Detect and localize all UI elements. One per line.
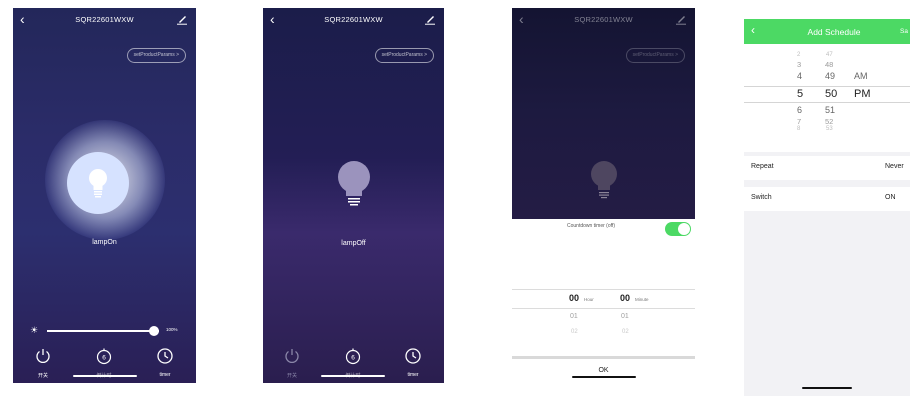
- minute-option[interactable]: 02: [622, 329, 629, 335]
- hour-value[interactable]: 00: [569, 293, 579, 303]
- tab-label: timer: [159, 372, 171, 378]
- selected-minute[interactable]: 50: [825, 88, 837, 100]
- nav-bar: ‹ SQR22601WXW: [13, 8, 196, 34]
- edit-icon[interactable]: [176, 13, 188, 25]
- hour-option[interactable]: 3: [797, 60, 801, 69]
- repeat-value: Never: [885, 163, 904, 170]
- toggle-knob: [678, 223, 690, 235]
- bulb-icon: [89, 169, 107, 198]
- device-title: SQR22601WXW: [574, 15, 633, 24]
- hour-option[interactable]: 02: [571, 329, 578, 335]
- repeat-label: Repeat: [751, 163, 774, 170]
- tab-label: timer: [407, 372, 419, 378]
- home-indicator: [73, 374, 137, 377]
- ok-button[interactable]: OK: [512, 367, 695, 374]
- device-title: SQR22601WXW: [324, 15, 383, 24]
- tab-timer[interactable]: timer: [393, 347, 433, 378]
- switch-value: ON: [885, 194, 896, 201]
- selected-hour[interactable]: 5: [797, 88, 803, 100]
- selected-ampm[interactable]: PM: [854, 88, 871, 100]
- edit-icon[interactable]: [424, 13, 436, 25]
- hour-option[interactable]: 8: [797, 126, 800, 132]
- set-product-params-button[interactable]: setProductParams >: [126, 48, 186, 63]
- minute-option[interactable]: 47: [826, 52, 833, 58]
- clock-icon: [405, 348, 421, 364]
- minute-value[interactable]: 00: [620, 293, 630, 303]
- countdown-icon: 6: [96, 348, 112, 365]
- countdown-toggle-label: Countdown timer (off): [567, 223, 615, 229]
- set-product-params-button[interactable]: setProductParams >: [374, 48, 434, 63]
- picker-divider: [744, 102, 910, 103]
- nav-bar: ‹ SQR22601WXW: [512, 8, 695, 34]
- minute-option[interactable]: 53: [826, 126, 833, 132]
- lamp-status: lampOff: [341, 240, 366, 247]
- hour-option[interactable]: 2: [797, 52, 800, 58]
- screen-add-schedule: ‹ Add Schedule Sa 2 47 3 48 4 49 AM 5 50…: [744, 19, 910, 396]
- minute-unit: Minute: [635, 297, 649, 302]
- tab-bar: 开关 6 倒计时 timer: [263, 345, 444, 383]
- slider-knob[interactable]: [149, 326, 159, 336]
- screen-lamp-on: ‹ SQR22601WXW setProductParams > lampOn …: [13, 8, 196, 383]
- home-indicator: [572, 375, 636, 378]
- svg-text:6: 6: [102, 355, 106, 362]
- picker-divider: [512, 289, 695, 290]
- tab-label: 开关: [286, 373, 297, 379]
- hour-option[interactable]: 4: [797, 71, 802, 81]
- minute-option[interactable]: 48: [825, 60, 833, 69]
- dimmed-background: ‹ SQR22601WXW setProductParams >: [512, 8, 695, 219]
- lamp-status: lampOn: [92, 239, 117, 246]
- tab-switch[interactable]: 开关: [272, 347, 312, 379]
- brightness-icon: ☀: [30, 325, 39, 335]
- tab-bar: 开关 6 倒计时 timer: [13, 345, 196, 383]
- brightness-slider[interactable]: ☀ 100%: [30, 325, 185, 337]
- bulb-icon: [591, 161, 617, 199]
- countdown-toggle[interactable]: [665, 222, 691, 236]
- brightness-value: 100%: [166, 327, 178, 332]
- hour-option[interactable]: 6: [797, 105, 802, 115]
- picker-divider: [744, 86, 910, 87]
- edit-icon[interactable]: [675, 13, 687, 25]
- set-product-params-button[interactable]: setProductParams >: [625, 48, 685, 63]
- save-button[interactable]: Sa: [900, 28, 908, 35]
- minute-option[interactable]: 52: [825, 117, 833, 126]
- repeat-row[interactable]: Repeat Never: [744, 156, 910, 180]
- tab-label: 开关: [37, 373, 48, 379]
- hour-option[interactable]: 7: [797, 117, 801, 126]
- page-title: Add Schedule: [807, 27, 861, 37]
- countdown-toggle-row: Countdown timer (off): [512, 219, 695, 239]
- power-icon: [285, 349, 299, 363]
- minute-option[interactable]: 49: [825, 71, 835, 81]
- home-indicator: [802, 386, 852, 389]
- device-title: SQR22601WXW: [75, 15, 134, 24]
- switch-label: Switch: [751, 194, 772, 201]
- slider-track[interactable]: [47, 330, 159, 332]
- countdown-icon: 6: [345, 348, 361, 365]
- home-indicator: [321, 374, 385, 377]
- picker-divider: [512, 308, 695, 309]
- power-icon: [36, 349, 50, 363]
- header-bar: ‹ Add Schedule Sa: [744, 19, 910, 44]
- switch-row[interactable]: Switch ON: [744, 187, 910, 211]
- hour-option[interactable]: 01: [570, 313, 578, 320]
- ok-bar: OK: [512, 356, 695, 383]
- minute-option[interactable]: 01: [621, 313, 629, 320]
- tab-switch[interactable]: 开关: [23, 347, 63, 379]
- time-picker[interactable]: 2 47 3 48 4 49 AM 5 50 PM 6 51 7 52 8 53: [744, 44, 910, 152]
- svg-text:6: 6: [351, 355, 355, 362]
- screen-lamp-off: ‹ SQR22601WXW setProductParams > lampOff…: [263, 8, 444, 383]
- screen-countdown: ‹ SQR22601WXW setProductParams > Countdo…: [512, 8, 695, 383]
- tab-timer[interactable]: timer: [145, 347, 185, 378]
- bulb-icon[interactable]: [334, 160, 374, 210]
- hour-unit: Hour: [584, 297, 594, 302]
- minute-option[interactable]: 51: [825, 105, 835, 115]
- clock-icon: [157, 348, 173, 364]
- ampm-option[interactable]: AM: [854, 71, 868, 81]
- nav-bar: ‹ SQR22601WXW: [263, 8, 444, 34]
